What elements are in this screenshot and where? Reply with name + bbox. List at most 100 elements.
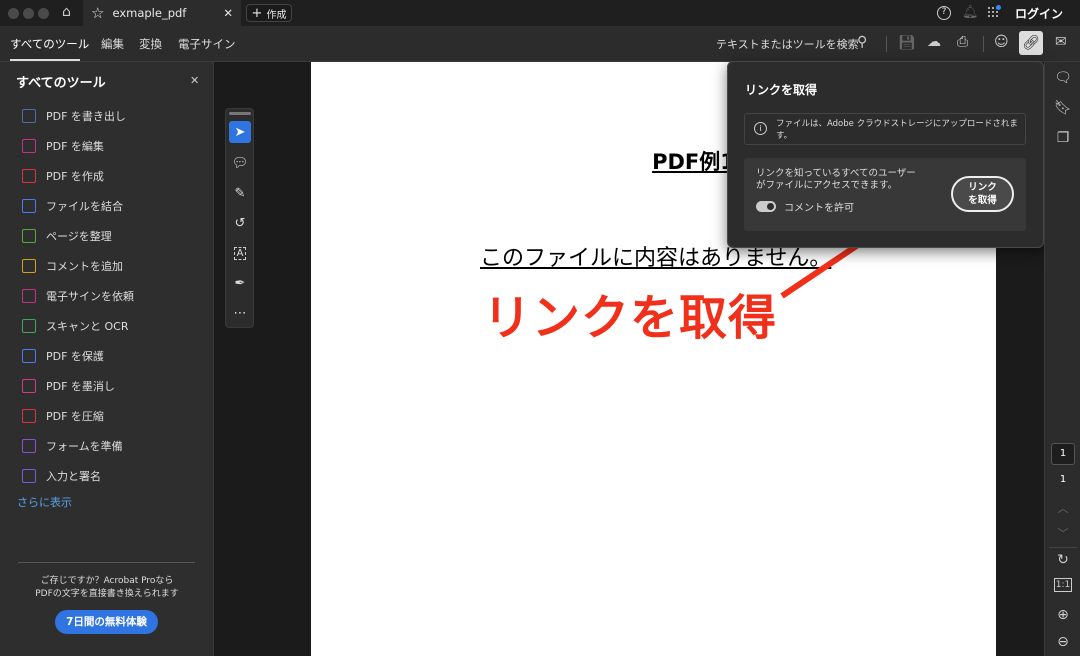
button-line: リンク bbox=[953, 181, 1012, 194]
menu-convert[interactable]: 変換 bbox=[139, 36, 162, 52]
text-box-icon[interactable]: A bbox=[234, 247, 247, 260]
tool-label: PDF を書き出し bbox=[46, 108, 126, 124]
free-trial-button[interactable]: 7日間の無料体験 bbox=[55, 610, 158, 634]
title-bar: ⌂ ☆ exmaple_pdf ✕ +作成 ? 🔔︎ ログイン bbox=[0, 0, 1080, 26]
sidebar-tool-item[interactable]: コメントを追加 bbox=[22, 258, 123, 274]
bookmarks-icon[interactable]: 🔖︎ bbox=[1045, 100, 1080, 116]
sidebar-tool-item[interactable]: 電子サインを依頼 bbox=[22, 288, 134, 304]
link-icon[interactable]: 🔗︎ bbox=[1019, 31, 1043, 55]
login-button[interactable]: ログイン bbox=[1015, 5, 1063, 22]
tool-icon bbox=[22, 379, 36, 393]
save-icon[interactable]: 💾︎ bbox=[898, 35, 916, 51]
share-user-icon[interactable]: ☺ bbox=[994, 34, 1009, 50]
sidebar-tool-item[interactable]: ページを整理 bbox=[22, 228, 112, 244]
get-link-popover: リンクを取得 i ファイルは、Adobe クラウドストレージにアップロードされま… bbox=[727, 61, 1044, 248]
more-icon[interactable]: ⋯ bbox=[229, 302, 251, 324]
desc-line: リンクを知っているすべてのユーザー bbox=[756, 168, 916, 180]
tool-icon bbox=[22, 229, 36, 243]
tools-sidebar: すべてのツール ✕ PDF を書き出し PDF を編集 PDF を作成ファイルを結合… bbox=[0, 62, 214, 656]
floating-toolbar: ➤ 💬︎ ✎ ↺ A ✒ ⋯ bbox=[225, 108, 254, 328]
add-comment-icon[interactable]: 💬︎ bbox=[229, 152, 251, 174]
search-icon[interactable]: ⚲ bbox=[857, 34, 867, 50]
window-zoom-button[interactable] bbox=[38, 8, 49, 19]
star-icon[interactable]: ☆ bbox=[91, 4, 104, 22]
desc-line: がファイルにアクセスできます。 bbox=[756, 180, 916, 192]
menu-edit[interactable]: 編集 bbox=[101, 36, 124, 52]
tool-icon bbox=[22, 469, 36, 483]
right-rail: 🗨︎ 🔖︎ ❐ 1 1 ︿ ﹀ ↻ 1:1 ⊕ ⊖ bbox=[1044, 62, 1080, 656]
active-tab-indicator bbox=[10, 59, 80, 61]
window-minimize-button[interactable] bbox=[23, 8, 34, 19]
promo-line: ご存じですか？Acrobat Proなら bbox=[0, 575, 214, 588]
create-button[interactable]: +作成 bbox=[246, 4, 292, 22]
show-more-link[interactable]: さらに表示 bbox=[17, 494, 72, 510]
rotate-icon[interactable]: ↻ bbox=[1045, 552, 1080, 568]
zoom-in-icon[interactable]: ⊕ bbox=[1045, 607, 1080, 623]
tool-label: フォームを準備 bbox=[46, 438, 123, 454]
sidebar-tool-item[interactable]: フォームを準備 bbox=[22, 438, 123, 454]
access-description: リンクを知っているすべてのユーザーがファイルにアクセスできます。 bbox=[756, 168, 916, 192]
close-sidebar-icon[interactable]: ✕ bbox=[190, 74, 199, 87]
plus-icon: + bbox=[252, 6, 263, 21]
info-box: i ファイルは、Adobe クラウドストレージにアップロードされます。 bbox=[744, 113, 1026, 145]
drag-handle[interactable] bbox=[229, 112, 251, 115]
sidebar-tool-item[interactable]: PDF を編集 bbox=[22, 138, 104, 154]
tool-label: PDF を墨消し bbox=[46, 378, 115, 394]
main-toolbar: すべてのツール 編集 変換 電子サイン テキストまたはツールを検索 ⚲ 💾︎ ☁… bbox=[0, 26, 1080, 62]
divider bbox=[983, 36, 984, 52]
home-icon[interactable]: ⌂ bbox=[62, 4, 71, 20]
print-icon[interactable]: ⎙ bbox=[957, 34, 968, 50]
sidebar-tool-item[interactable]: PDF を保護 bbox=[22, 348, 104, 364]
get-link-button[interactable]: リンクを取得 bbox=[951, 176, 1014, 212]
tool-label: コメントを追加 bbox=[46, 258, 123, 274]
select-cursor-icon[interactable]: ➤ bbox=[229, 121, 251, 143]
divider bbox=[18, 562, 195, 563]
sign-pen-icon[interactable]: ✒ bbox=[229, 272, 251, 294]
tool-icon bbox=[22, 259, 36, 273]
allow-comments-toggle[interactable] bbox=[756, 201, 776, 212]
notification-dot bbox=[996, 5, 1001, 10]
sidebar-tool-item[interactable]: PDF を作成 bbox=[22, 168, 104, 184]
chevron-up-icon[interactable]: ︿ bbox=[1045, 500, 1080, 516]
help-icon[interactable]: ? bbox=[937, 6, 951, 20]
annotation-label: リンクを取得 bbox=[483, 278, 777, 348]
promo-text: ご存じですか？Acrobat ProならPDFの文字を直接書き換えられます bbox=[0, 575, 214, 601]
bell-icon[interactable]: 🔔︎ bbox=[962, 5, 979, 20]
tab-title: exmaple_pdf bbox=[112, 6, 215, 20]
page-total: 1 bbox=[1045, 474, 1080, 485]
menu-esign[interactable]: 電子サイン bbox=[178, 36, 236, 52]
mail-icon[interactable]: ✉ bbox=[1055, 34, 1067, 50]
draw-lasso-icon[interactable]: ↺ bbox=[229, 212, 251, 234]
tool-icon bbox=[22, 139, 36, 153]
tool-icon bbox=[22, 289, 36, 303]
tool-icon bbox=[22, 319, 36, 333]
search-tools[interactable]: テキストまたはツールを検索 bbox=[716, 36, 859, 52]
close-tab-icon[interactable]: ✕ bbox=[223, 6, 233, 20]
sidebar-tool-item[interactable]: スキャンと OCR bbox=[22, 318, 128, 334]
highlight-pen-icon[interactable]: ✎ bbox=[229, 182, 251, 204]
window-close-button[interactable] bbox=[8, 8, 19, 19]
chevron-down-icon[interactable]: ﹀ bbox=[1045, 525, 1080, 541]
info-text: ファイルは、Adobe クラウドストレージにアップロードされます。 bbox=[776, 118, 1024, 142]
page-number-input[interactable]: 1 bbox=[1051, 443, 1075, 465]
tool-label: PDF を圧縮 bbox=[46, 408, 104, 424]
sidebar-title: すべてのツール bbox=[16, 72, 106, 91]
comments-panel-icon[interactable]: 🗨︎ bbox=[1045, 70, 1080, 86]
tool-icon bbox=[22, 409, 36, 423]
zoom-out-icon[interactable]: ⊖ bbox=[1045, 634, 1080, 650]
sidebar-tool-item[interactable]: ファイルを結合 bbox=[22, 198, 123, 214]
menu-all-tools[interactable]: すべてのツール bbox=[10, 36, 89, 52]
link-settings-box: リンクを知っているすべてのユーザーがファイルにアクセスできます。 コメントを許可… bbox=[744, 158, 1026, 231]
tool-label: 電子サインを依頼 bbox=[46, 288, 134, 304]
actual-size-icon[interactable]: 1:1 bbox=[1054, 578, 1072, 592]
sidebar-tool-item[interactable]: PDF を書き出し bbox=[22, 108, 126, 124]
sidebar-tool-item[interactable]: PDF を墨消し bbox=[22, 378, 115, 394]
sidebar-tool-item[interactable]: 入力と署名 bbox=[22, 468, 101, 484]
tab-document[interactable]: ☆ exmaple_pdf ✕ bbox=[83, 0, 241, 26]
divider bbox=[1049, 547, 1077, 548]
upload-cloud-icon[interactable]: ☁ bbox=[927, 34, 941, 50]
allow-comments-label: コメントを許可 bbox=[784, 199, 854, 214]
tool-icon bbox=[22, 169, 36, 183]
pages-icon[interactable]: ❐ bbox=[1045, 130, 1080, 146]
sidebar-tool-item[interactable]: PDF を圧縮 bbox=[22, 408, 104, 424]
